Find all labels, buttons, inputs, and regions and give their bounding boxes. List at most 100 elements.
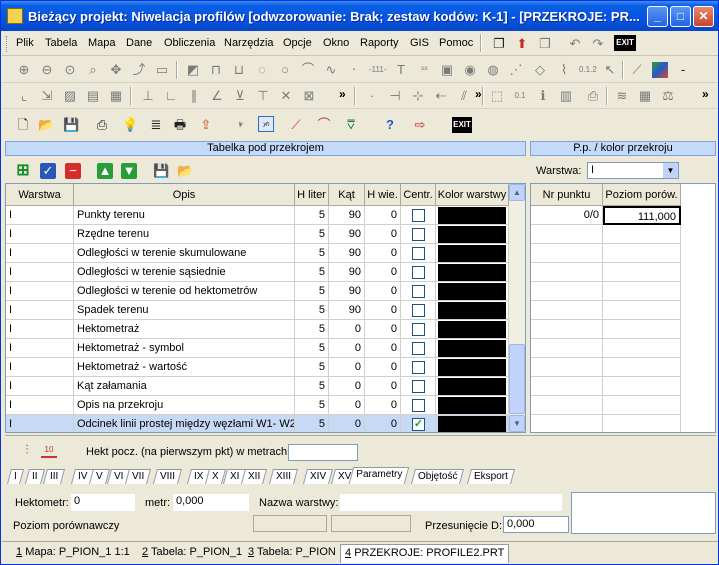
- cell-warstwa[interactable]: I: [6, 396, 74, 415]
- tab-objętość[interactable]: Objętość: [410, 469, 464, 484]
- table-row[interactable]: I Hektometraż - symbol 5 0 0: [6, 339, 509, 358]
- close-button[interactable]: ✕: [693, 6, 714, 27]
- menu-narzedzia[interactable]: Narzędzia: [224, 37, 274, 49]
- cell-warstwa[interactable]: I: [6, 225, 74, 244]
- cell-nr-punktu[interactable]: [531, 415, 603, 432]
- undo-icon[interactable]: ↶: [567, 36, 583, 52]
- cell-hwie[interactable]: 0: [365, 263, 401, 282]
- cell-nr-punktu[interactable]: [531, 282, 603, 301]
- ruler-icon[interactable]: ⫶: [19, 442, 35, 458]
- node-icon[interactable]: ⊹: [410, 88, 426, 104]
- cell-hliter[interactable]: 5: [295, 320, 329, 339]
- point-icon[interactable]: ∙: [364, 88, 380, 104]
- open-box-icon[interactable]: ⊔: [231, 62, 247, 78]
- cell-opis[interactable]: Rzędne terenu: [74, 225, 295, 244]
- spline-icon[interactable]: ∿: [323, 62, 339, 78]
- dimension-icon[interactable]: -111-: [369, 62, 387, 78]
- cell-hliter[interactable]: 5: [295, 301, 329, 320]
- dot-icon[interactable]: ⋅: [346, 62, 362, 78]
- curve-icon[interactable]: ⌒: [316, 117, 332, 133]
- cell-opis[interactable]: Odległości w terenie od hektometrów: [74, 282, 295, 301]
- table-row[interactable]: I Odległości w terenie od hektometrów 5 90 0: [6, 282, 509, 301]
- cell-kolor[interactable]: [436, 225, 509, 244]
- poziom-row[interactable]: [531, 244, 681, 263]
- xy-icon[interactable]: ⁱʸ: [232, 117, 248, 133]
- cell-poziom[interactable]: [603, 320, 681, 339]
- cell-hliter[interactable]: 5: [295, 339, 329, 358]
- arc-icon[interactable]: ◌: [254, 62, 270, 78]
- cell-opis[interactable]: Hektometraż - symbol: [74, 339, 295, 358]
- cell-opis[interactable]: Odcinek linii prostej między węzłami W1-…: [74, 415, 295, 432]
- cell-nr-punktu[interactable]: 0/0: [531, 206, 603, 225]
- cell-kat[interactable]: 90: [329, 206, 365, 225]
- curve-points-icon[interactable]: ⌇: [556, 62, 572, 78]
- parallel-icon[interactable]: ∥: [186, 88, 202, 104]
- cell-hwie[interactable]: 0: [365, 301, 401, 320]
- cell-poziom[interactable]: [603, 225, 681, 244]
- cell-kolor[interactable]: [436, 377, 509, 396]
- exit-icon[interactable]: EXIT: [614, 35, 636, 51]
- table-row[interactable]: I Punkty terenu 5 90 0: [6, 206, 509, 225]
- table-row[interactable]: I Rzędne terenu 5 90 0: [6, 225, 509, 244]
- scroll-thumb[interactable]: [509, 344, 525, 414]
- col-header-poziom[interactable]: Poziom porów.: [603, 184, 681, 206]
- table-row[interactable]: I Spadek terenu 5 90 0: [6, 301, 509, 320]
- line-icon[interactable]: ⟋: [288, 117, 304, 133]
- cell-kat[interactable]: 0: [329, 320, 365, 339]
- cell-nr-punktu[interactable]: [531, 263, 603, 282]
- cell-hliter[interactable]: 5: [295, 225, 329, 244]
- numbers-icon[interactable]: ⁱ²³: [416, 62, 432, 78]
- centr-checkbox[interactable]: [412, 342, 425, 355]
- window-tab-2[interactable]: 2 Tabela: P_PION_1: [138, 544, 246, 563]
- point-marker-icon[interactable]: ◍: [485, 62, 501, 78]
- sheet-icon[interactable]: ▦: [637, 88, 653, 104]
- symbol-icon[interactable]: ▣: [439, 62, 455, 78]
- menu-pomoc[interactable]: Pomoc: [439, 37, 473, 49]
- cell-warstwa[interactable]: I: [6, 320, 74, 339]
- poziom-row[interactable]: [531, 225, 681, 244]
- minus-icon[interactable]: -: [675, 62, 691, 78]
- cell-warstwa[interactable]: I: [6, 263, 74, 282]
- tee-icon[interactable]: ⊤: [255, 88, 271, 104]
- poziom-row[interactable]: 0/0 111,000: [531, 206, 681, 225]
- centr-checkbox[interactable]: [412, 380, 425, 393]
- tab-parametry[interactable]: Parametry: [348, 467, 410, 484]
- table-row[interactable]: I Hektometraż - wartość 5 0 0: [6, 358, 509, 377]
- table-scrollbar[interactable]: ▲ ▼: [509, 184, 525, 432]
- centr-checkbox[interactable]: [412, 266, 425, 279]
- line-break-icon[interactable]: ⊣: [387, 88, 403, 104]
- cell-hwie[interactable]: 0: [365, 206, 401, 225]
- bulb-icon[interactable]: 💡: [122, 117, 138, 133]
- cell-warstwa[interactable]: I: [6, 339, 74, 358]
- export-icon[interactable]: ⇪: [198, 117, 214, 133]
- poziom-row[interactable]: [531, 415, 681, 432]
- cell-nr-punktu[interactable]: [531, 244, 603, 263]
- centr-checkbox[interactable]: [412, 285, 425, 298]
- cell-kolor[interactable]: [436, 358, 509, 377]
- toolbar-overflow-icon[interactable]: »: [702, 87, 709, 101]
- cell-nr-punktu[interactable]: [531, 396, 603, 415]
- cell-poziom[interactable]: [603, 358, 681, 377]
- table-row[interactable]: I Odległości w terenie skumulowane 5 90 0: [6, 244, 509, 263]
- cell-poziom[interactable]: 111,000: [603, 206, 681, 225]
- circle-icon[interactable]: ○: [277, 62, 293, 78]
- list-icon[interactable]: ≣: [148, 117, 164, 133]
- cell-warstwa[interactable]: I: [6, 377, 74, 396]
- count-icon[interactable]: 0.1: [512, 88, 528, 104]
- hekt-input[interactable]: [288, 444, 358, 461]
- cell-hliter[interactable]: 5: [295, 377, 329, 396]
- zoom-previous-icon[interactable]: ⤴: [131, 62, 147, 78]
- cell-hliter[interactable]: 5: [295, 244, 329, 263]
- tab-xiv[interactable]: XIV: [302, 469, 334, 484]
- col-header-kolor[interactable]: Kolor warstwy: [436, 184, 509, 206]
- nazwa-warstwy-input[interactable]: [340, 494, 562, 511]
- poziom-row[interactable]: [531, 301, 681, 320]
- col-header-hliter[interactable]: H liter: [295, 184, 329, 206]
- przesuniecie-input[interactable]: 0,000: [503, 516, 569, 533]
- window-up-icon[interactable]: ⬆: [514, 36, 530, 52]
- cell-kat[interactable]: 90: [329, 244, 365, 263]
- table-row[interactable]: I Hektometraż 5 0 0: [6, 320, 509, 339]
- cell-opis[interactable]: Hektometraż - wartość: [74, 358, 295, 377]
- cross-icon[interactable]: ✕: [278, 88, 294, 104]
- export-red-icon[interactable]: ⇨: [412, 117, 428, 133]
